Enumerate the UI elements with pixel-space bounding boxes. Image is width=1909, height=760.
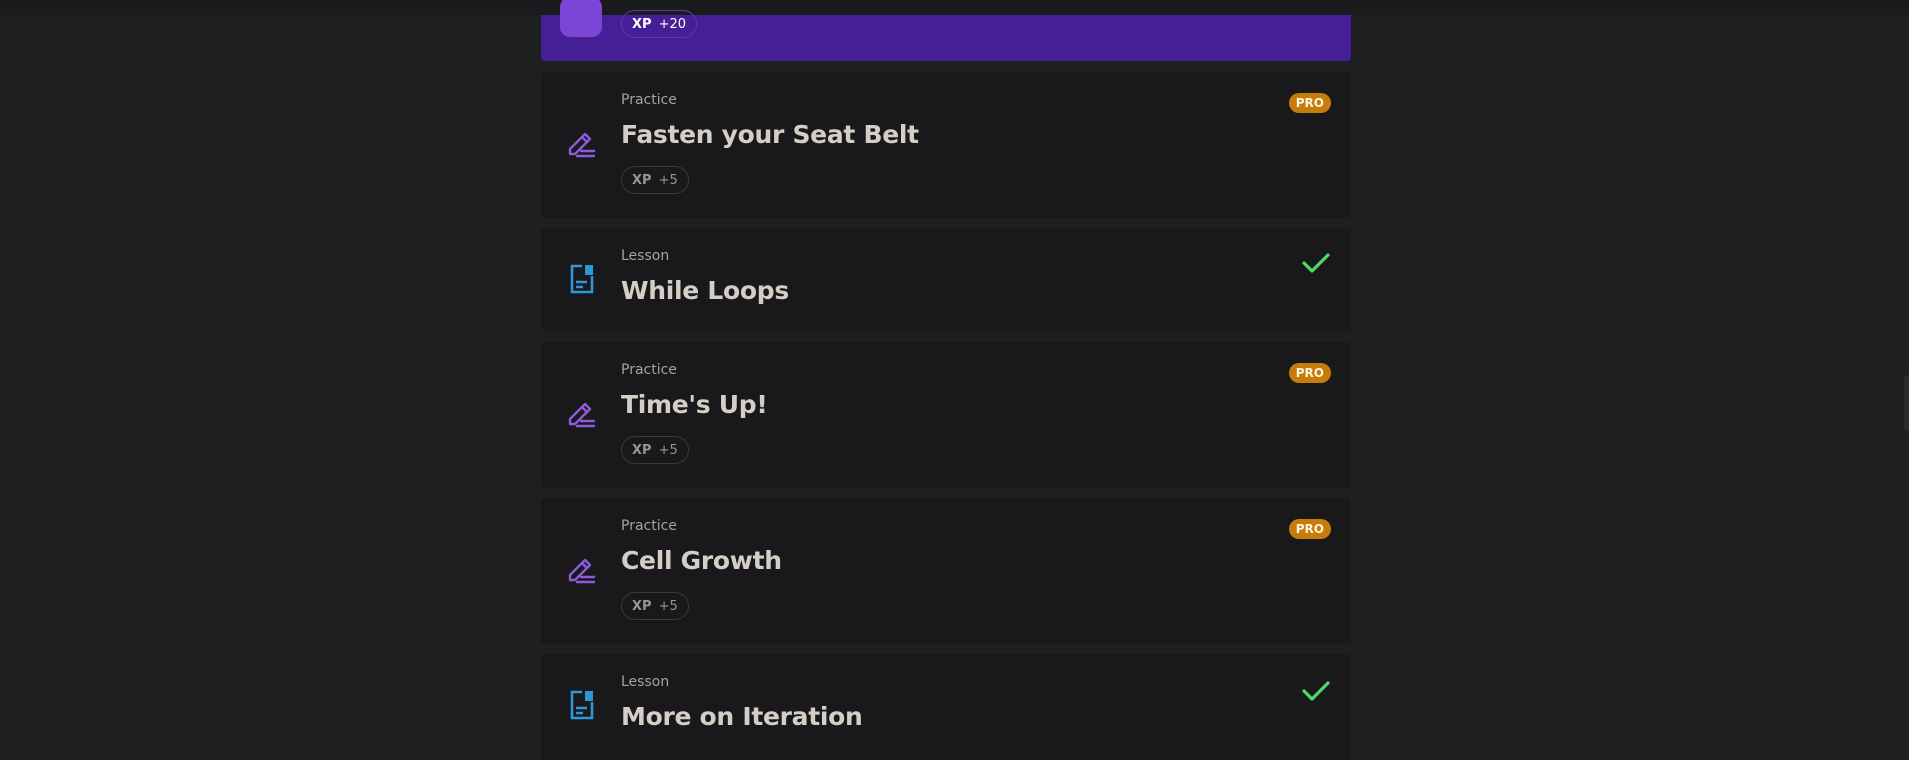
check-icon xyxy=(1301,676,1331,706)
item-title: Cell Growth xyxy=(621,546,782,575)
xp-label: XP xyxy=(632,172,652,188)
item-type-label: Lesson xyxy=(621,674,670,690)
item-title: Fasten your Seat Belt xyxy=(621,120,919,149)
xp-pill: XP +5 xyxy=(621,166,689,194)
xp-label: XP xyxy=(632,442,652,458)
pro-badge: PRO xyxy=(1288,93,1331,113)
scrollbar-thumb[interactable] xyxy=(1904,375,1909,431)
pencil-icon xyxy=(565,398,599,432)
item-type-label: Practice xyxy=(621,92,677,108)
xp-pill: XP +20 xyxy=(621,10,697,38)
list-item-practice[interactable]: Practice Time's Up! XP +5 PRO xyxy=(541,342,1351,488)
pro-badge: PRO xyxy=(1288,363,1331,383)
active-item-icon xyxy=(560,0,602,37)
document-icon xyxy=(565,262,599,296)
item-type-label: Practice xyxy=(621,362,677,378)
list-item-lesson[interactable]: Lesson More on Iteration xyxy=(541,654,1351,760)
list-item-lesson[interactable]: Lesson While Loops xyxy=(541,228,1351,331)
item-type-label: Practice xyxy=(621,518,677,534)
active-lesson-card[interactable]: XP +20 xyxy=(541,0,1351,61)
pencil-icon xyxy=(565,128,599,162)
xp-label: XP xyxy=(632,16,652,32)
item-type-label: Lesson xyxy=(621,248,670,264)
pencil-icon xyxy=(565,554,599,588)
document-icon xyxy=(565,688,599,722)
check-icon xyxy=(1301,248,1331,278)
pro-badge: PRO xyxy=(1288,519,1331,539)
xp-pill: XP +5 xyxy=(621,436,689,464)
xp-value: +20 xyxy=(658,16,686,32)
list-item-practice[interactable]: Practice Fasten your Seat Belt XP +5 PRO xyxy=(541,72,1351,218)
item-title: While Loops xyxy=(621,276,789,305)
item-title: Time's Up! xyxy=(621,390,768,419)
item-title: More on Iteration xyxy=(621,702,863,731)
top-strip xyxy=(0,0,1909,15)
xp-value: +5 xyxy=(658,598,678,614)
xp-pill: XP +5 xyxy=(621,592,689,620)
xp-label: XP xyxy=(632,598,652,614)
xp-value: +5 xyxy=(658,442,678,458)
xp-value: +5 xyxy=(658,172,678,188)
list-item-practice[interactable]: Practice Cell Growth XP +5 PRO xyxy=(541,498,1351,644)
